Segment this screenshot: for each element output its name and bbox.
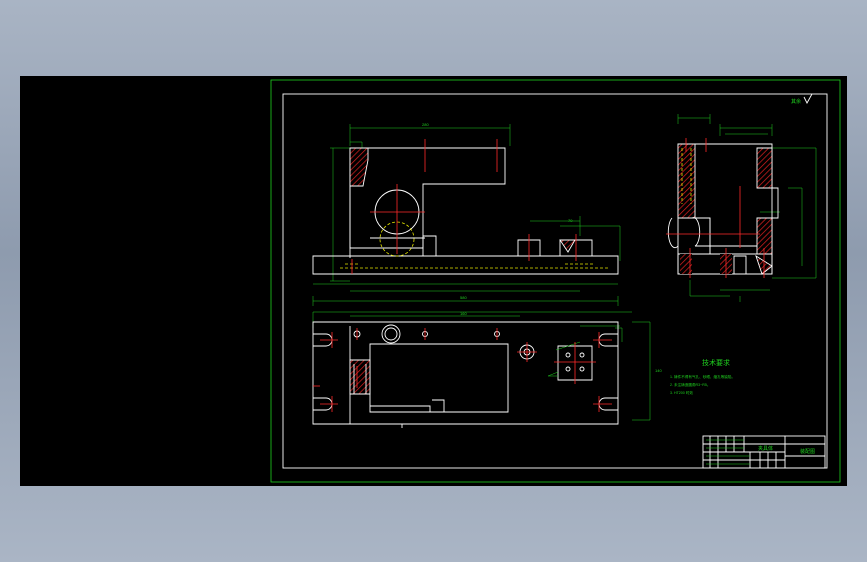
svg-text:140: 140 [655,368,662,373]
cad-drawing-canvas[interactable]: 其余 280 580 70 160 140 技术要求 1. 铸件不得有气孔、砂眼… [20,76,847,486]
technical-requirements: 技术要求 1. 铸件不得有气孔、砂眼、缩孔等缺陷。 2. 未注铸造圆角R3~R5… [670,358,735,395]
top-view: 160 140 [312,311,662,428]
svg-text:580: 580 [460,295,467,300]
title-part-name: 夹具体 [758,445,773,452]
title-drawing-code: 装配图 [800,448,815,455]
svg-text:160: 160 [460,311,467,316]
tech-requirements-heading: 技术要求 [702,358,730,367]
tech-requirement-2: 2. 未注铸造圆角R3~R5。 [670,382,710,387]
roughness-mark: 其余 [791,93,813,105]
sheet-outer-border [270,79,841,483]
tech-requirement-3: 3. HT200 时效 [670,390,693,395]
side-view [666,114,817,302]
tech-requirement-1: 1. 铸件不得有气孔、砂眼、缩孔等缺陷。 [670,374,735,379]
svg-text:280: 280 [422,122,429,127]
cad-drawing-viewport[interactable]: 其余 280 580 70 160 140 技术要求 1. 铸件不得有气孔、砂眼… [20,76,847,486]
svg-text:其余: 其余 [791,98,801,105]
title-block: 夹具体 装配图 [702,435,826,469]
front-view: 280 580 70 [312,122,621,306]
svg-text:70: 70 [568,218,573,223]
